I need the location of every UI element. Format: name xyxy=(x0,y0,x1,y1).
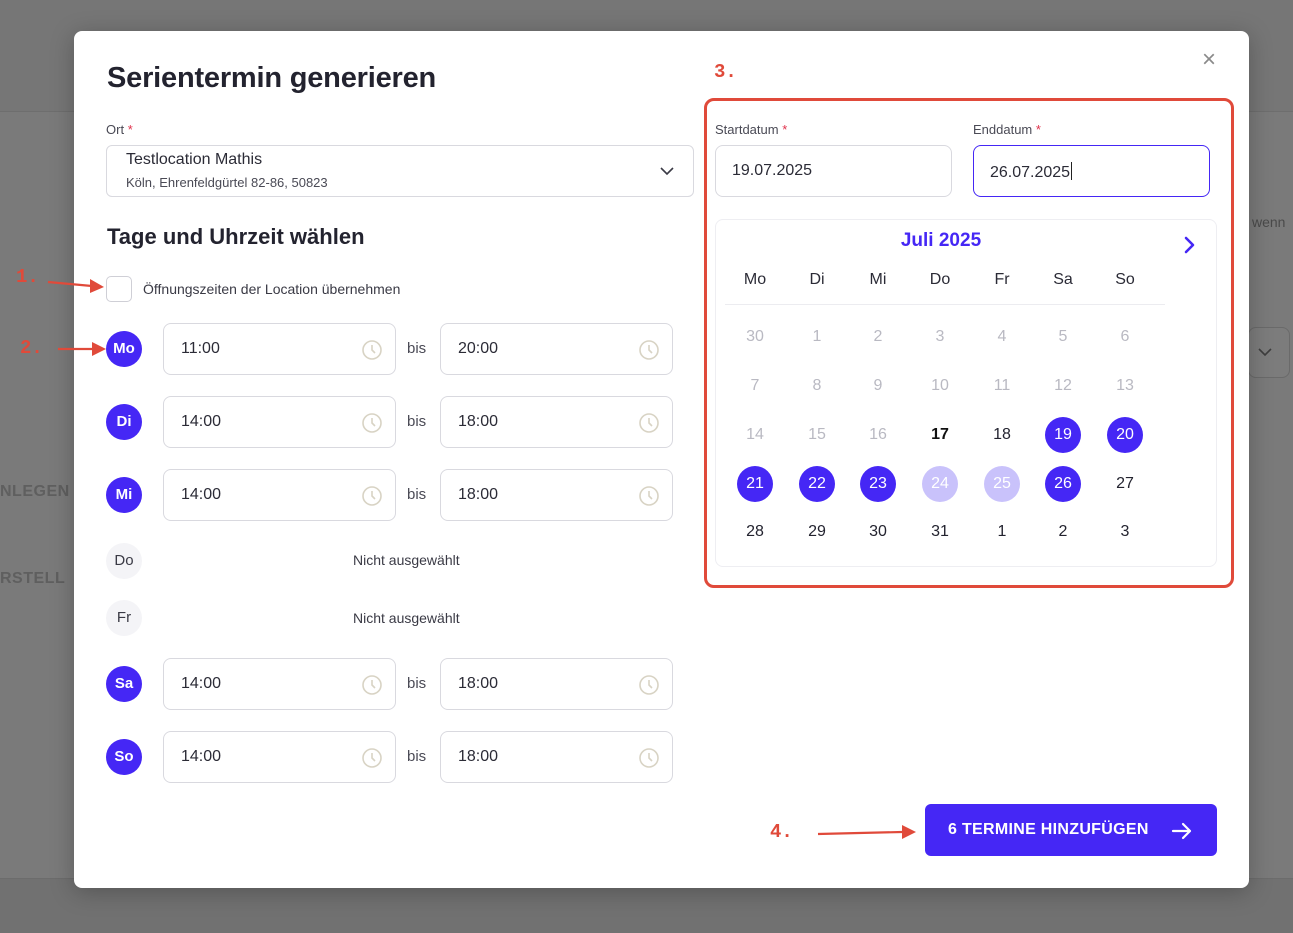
annotation-arrows xyxy=(47,279,916,839)
annotation-arrow-step1-icon xyxy=(47,279,104,293)
annotation-arrow-step2-icon xyxy=(58,342,106,356)
annotation-arrow-step4-icon xyxy=(817,825,916,839)
